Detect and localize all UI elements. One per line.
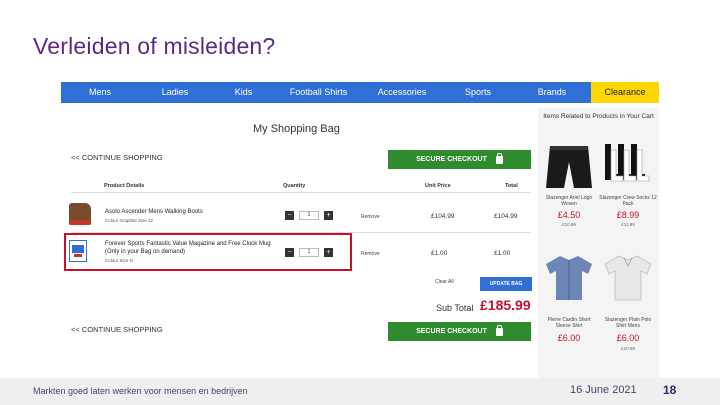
- unit-price: £1.00: [431, 250, 448, 257]
- continue-shopping-link-bottom[interactable]: << CONTINUE SHOPPING: [71, 325, 163, 334]
- boot-icon[interactable]: [69, 203, 91, 225]
- header-unit-price: Unit Price: [425, 183, 451, 189]
- quantity-field[interactable]: 1: [299, 211, 319, 220]
- nav-item-kids[interactable]: Kids: [211, 82, 276, 103]
- nav-item-accessories[interactable]: Accessories: [361, 82, 443, 103]
- nav-item-mens[interactable]: Mens: [61, 82, 139, 103]
- line-total: £1.00: [494, 250, 511, 257]
- unit-price: £104.99: [431, 213, 455, 220]
- related-item[interactable]: Slazenger Crew Socks 12 Pack £8.99 £11.9…: [599, 142, 657, 242]
- related-item-name: Slazenger Ariel Logo Woven: [545, 195, 593, 207]
- bag-title: My Shopping Bag: [253, 123, 340, 135]
- remove-link[interactable]: Remove: [361, 214, 380, 220]
- related-item-price: £6.00: [557, 333, 581, 343]
- related-item-price: £4.50: [557, 210, 581, 220]
- header-quantity: Quantity: [283, 183, 306, 189]
- header-total: Total: [505, 183, 518, 189]
- subtotal-label: Sub Total: [436, 303, 474, 313]
- nav-item-sports[interactable]: Sports: [443, 82, 513, 103]
- checkout-label: SECURE CHECKOUT: [416, 156, 487, 163]
- related-title: Items Related to Products in Your Cart: [543, 113, 654, 120]
- top-nav: Mens Ladies Kids Football Shirts Accesso…: [61, 82, 659, 103]
- page-number: 18: [663, 383, 677, 397]
- nav-item-clearance[interactable]: Clearance: [591, 82, 659, 103]
- lock-icon: [495, 324, 503, 336]
- continue-shopping-link-top[interactable]: << CONTINUE SHOPPING: [71, 153, 163, 162]
- related-item[interactable]: Slazenger Ariel Logo Woven £4.50 £10.99: [540, 142, 598, 242]
- related-item[interactable]: Pierre Cardin Short Sleeve Shirt £6.00: [540, 252, 598, 352]
- socks-icon: [605, 144, 650, 182]
- subtotal-value: £185.99: [480, 297, 531, 313]
- divider: [71, 192, 531, 193]
- polo-icon: [604, 255, 652, 301]
- qty-minus-button[interactable]: −: [285, 211, 294, 220]
- nav-item-brands[interactable]: Brands: [513, 82, 591, 103]
- related-item[interactable]: Slazenger Plain Polo Shirt Mens £6.00 £1…: [599, 252, 657, 352]
- update-bag-button[interactable]: UPDATE BAG: [480, 277, 532, 291]
- slide-footer: Markten goed laten werken voor mensen en…: [0, 378, 720, 405]
- remove-link[interactable]: Remove: [361, 251, 380, 257]
- related-item-price: £6.00: [616, 333, 640, 343]
- nav-item-ladies[interactable]: Ladies: [139, 82, 211, 103]
- related-item-name: Slazenger Plain Polo Shirt Mens: [604, 317, 652, 329]
- related-item-old-price: £10.99: [621, 346, 635, 351]
- secure-checkout-button-bottom[interactable]: SECURE CHECKOUT: [388, 322, 531, 341]
- nav-item-football-shirts[interactable]: Football Shirts: [276, 82, 361, 103]
- related-items-panel: Items Related to Products in Your Cart S…: [538, 108, 659, 378]
- footer-date: 16 June 2021: [570, 384, 637, 396]
- header-product-details: Product Details: [104, 183, 145, 189]
- checkout-label: SECURE CHECKOUT: [416, 328, 487, 335]
- clear-all-link[interactable]: Clear All: [435, 279, 454, 285]
- related-item-name: Slazenger Crew Socks 12 Pack: [599, 195, 657, 207]
- secure-checkout-button-top[interactable]: SECURE CHECKOUT: [388, 150, 531, 169]
- highlight-box: [64, 233, 352, 271]
- shorts-icon: [546, 146, 592, 188]
- related-item-name: Pierre Cardin Short Sleeve Shirt: [547, 317, 591, 329]
- shopping-bag-screenshot: Mens Ladies Kids Football Shirts Accesso…: [61, 82, 659, 378]
- lock-icon: [495, 152, 503, 164]
- footer-text: Markten goed laten werken voor mensen en…: [33, 386, 248, 396]
- table-row: Asolo Ascender Mens Walking Boots Colour…: [61, 200, 536, 230]
- product-name[interactable]: Asolo Ascender Mens Walking Boots: [105, 208, 280, 216]
- related-item-old-price: £10.99: [562, 222, 576, 227]
- product-meta: Colour Graphite Size 12: [105, 218, 154, 223]
- qty-plus-button[interactable]: +: [324, 211, 333, 220]
- related-item-price: £8.99: [616, 210, 640, 220]
- related-item-old-price: £11.99: [621, 222, 635, 227]
- slide-title: Verleiden of misleiden?: [33, 33, 276, 59]
- line-total: £104.99: [494, 213, 518, 220]
- shirt-icon: [546, 256, 592, 300]
